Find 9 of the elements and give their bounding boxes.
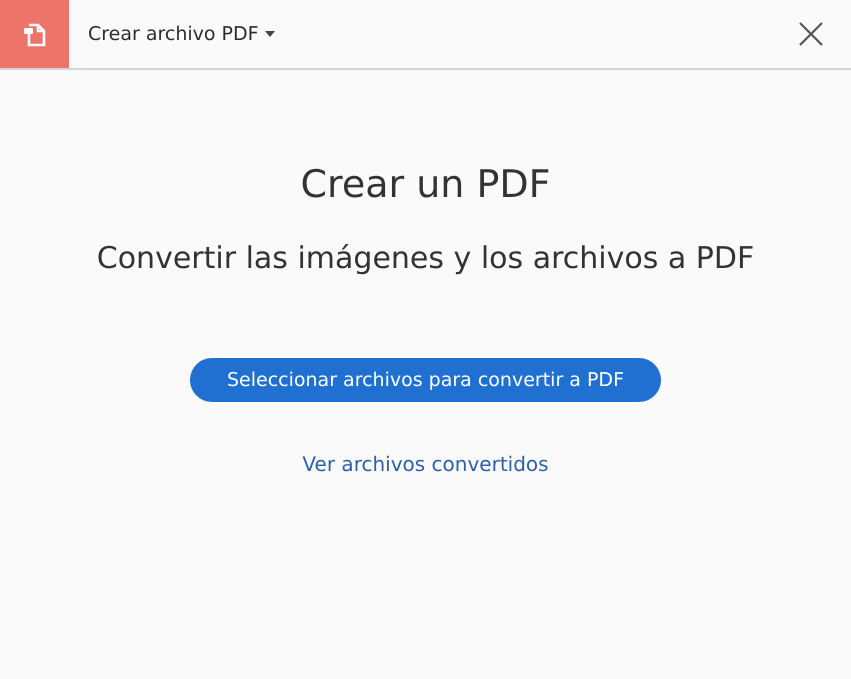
caret-icon bbox=[264, 31, 275, 37]
subheading: Convertir las imágenes y los archivos a PDF bbox=[96, 244, 754, 274]
tool-tile[interactable] bbox=[0, 0, 69, 68]
heading: Crear un PDF bbox=[300, 165, 550, 203]
select-files-button[interactable]: Seleccionar archivos para convertir a PDF bbox=[190, 358, 661, 402]
close-icon bbox=[799, 22, 823, 46]
converted-files-link[interactable]: Ver archivos convertidos bbox=[302, 449, 549, 479]
tool-menu-button[interactable]: Crear archivo PDF bbox=[88, 20, 275, 48]
close-button[interactable] bbox=[797, 20, 825, 48]
